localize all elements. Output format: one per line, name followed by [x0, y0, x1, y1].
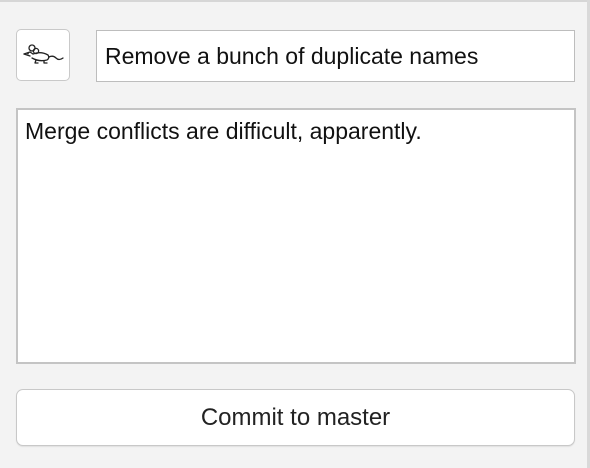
avatar[interactable] [16, 29, 70, 81]
commit-button[interactable]: Commit to master [16, 389, 575, 446]
top-divider [0, 0, 590, 2]
commit-description-textarea[interactable]: Merge conflicts are difficult, apparentl… [16, 108, 576, 364]
rat-avatar-icon [23, 44, 64, 64]
commit-summary-input[interactable] [96, 30, 575, 82]
